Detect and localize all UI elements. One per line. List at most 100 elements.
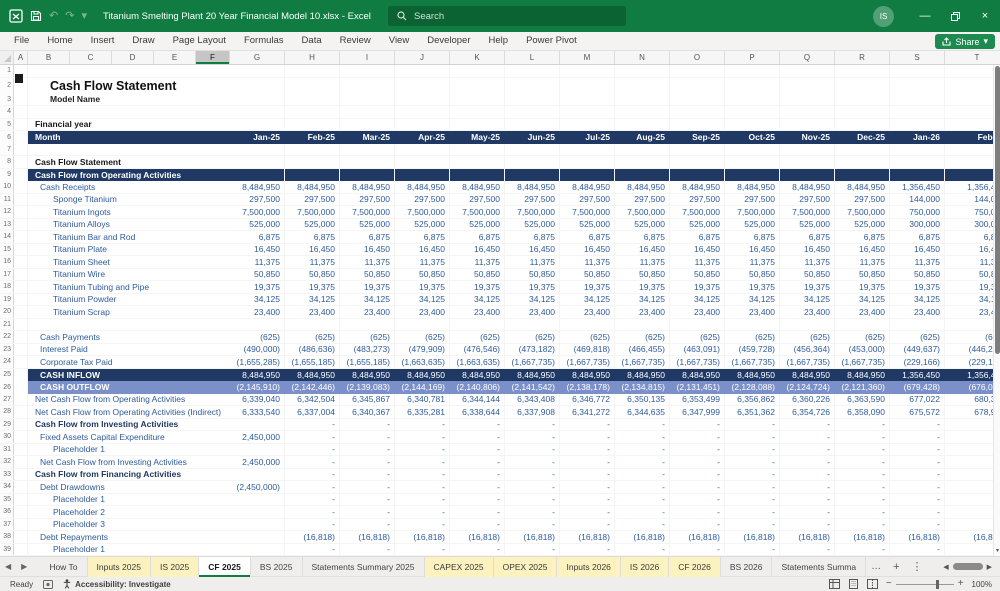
cell[interactable]: (625)	[615, 331, 670, 343]
menu-tab-insert[interactable]: Insert	[82, 32, 124, 50]
new-sheet-button[interactable]: +	[887, 561, 905, 573]
cell[interactable]: 6,354,726	[780, 406, 835, 418]
row-label[interactable]: Cash Flow from Operating Activities	[28, 169, 230, 182]
cell[interactable]: (625)	[340, 331, 395, 343]
cell[interactable]: 525,000	[505, 219, 560, 231]
cell[interactable]	[230, 544, 285, 556]
cell[interactable]: 2,450,000	[230, 456, 285, 468]
cell[interactable]: 297,500	[615, 194, 670, 206]
cell[interactable]	[230, 94, 285, 106]
row-label[interactable]: Placeholder 2	[28, 506, 230, 518]
menu-tab-draw[interactable]: Draw	[123, 32, 163, 50]
cell[interactable]: (483,273)	[340, 344, 395, 356]
cell[interactable]: (16,818)	[945, 531, 1000, 543]
accessibility-status[interactable]: Accessibility: Investigate	[63, 579, 171, 589]
row-number[interactable]: 4	[0, 106, 14, 118]
cell[interactable]: 50,850	[285, 269, 340, 281]
cell[interactable]: -	[780, 494, 835, 506]
cell[interactable]: (16,818)	[670, 531, 725, 543]
cell[interactable]: 300,000	[890, 219, 945, 231]
cell[interactable]: 16,450	[450, 244, 505, 256]
cell[interactable]: (476,546)	[450, 344, 505, 356]
cell-a4[interactable]	[14, 106, 28, 118]
cell[interactable]: 19,375	[505, 281, 560, 293]
cell[interactable]	[340, 319, 395, 331]
cell-a38[interactable]	[14, 531, 28, 543]
cell[interactable]	[230, 78, 285, 94]
cell[interactable]: 8,484,950	[725, 181, 780, 193]
cell[interactable]: 23,400	[395, 306, 450, 318]
scroll-right-arrow[interactable]: ▶	[987, 563, 992, 571]
cell[interactable]: 8,484,950	[615, 181, 670, 193]
row-label[interactable]: Net Cash Flow from Operating Activities …	[28, 406, 230, 418]
cell[interactable]: -	[945, 544, 1000, 556]
row-number[interactable]: 5	[0, 118, 14, 130]
cell[interactable]: (2,144,169)	[395, 381, 450, 394]
cell[interactable]: -	[945, 469, 1000, 481]
cell[interactable]: -	[835, 481, 890, 493]
cell[interactable]: -	[340, 519, 395, 531]
cell[interactable]	[285, 106, 340, 118]
cell[interactable]: -	[615, 419, 670, 431]
cell[interactable]: -	[560, 444, 615, 456]
cell[interactable]: 34,125	[835, 294, 890, 306]
cell[interactable]: -	[615, 519, 670, 531]
cell[interactable]: 19,375	[615, 281, 670, 293]
cell-a24[interactable]	[14, 356, 28, 368]
cell[interactable]	[505, 94, 560, 106]
cell[interactable]	[395, 119, 450, 131]
cell[interactable]: (625)	[285, 331, 340, 343]
cell[interactable]: 11,375	[560, 256, 615, 268]
cell[interactable]: 8,484,950	[670, 181, 725, 193]
cell[interactable]	[395, 78, 450, 94]
cell[interactable]: -	[945, 419, 1000, 431]
cell[interactable]: 8,484,950	[505, 369, 560, 382]
row-label[interactable]: Cash Flow Statement	[28, 156, 230, 168]
sheet-tab-is-2026[interactable]: IS 2026	[620, 556, 670, 577]
cell[interactable]: (1,667,735)	[670, 356, 725, 368]
row-number[interactable]: 39	[0, 543, 14, 555]
cell[interactable]: -	[395, 444, 450, 456]
cell[interactable]: -	[670, 519, 725, 531]
cell[interactable]: 50,850	[615, 269, 670, 281]
cell[interactable]: 6,340,367	[340, 406, 395, 418]
cell[interactable]: 675,572	[890, 406, 945, 418]
cell[interactable]: (16,818)	[890, 531, 945, 543]
cell[interactable]: 11,375	[615, 256, 670, 268]
cell[interactable]: 8,484,950	[670, 369, 725, 382]
cell[interactable]: 8,484,950	[450, 369, 505, 382]
cell[interactable]	[835, 119, 890, 131]
cell[interactable]: 6,358,090	[835, 406, 890, 418]
cell[interactable]: 297,500	[780, 194, 835, 206]
row-number[interactable]: 15	[0, 243, 14, 255]
cell[interactable]: Jun-25	[505, 131, 560, 144]
cell[interactable]: (679,428)	[890, 381, 945, 394]
cell[interactable]: -	[285, 481, 340, 493]
cell[interactable]: 23,400	[670, 306, 725, 318]
qat-customize-arrow[interactable]: ▾	[81, 10, 87, 22]
cell[interactable]: -	[450, 506, 505, 518]
sheet-tab-cf-2026[interactable]: CF 2026	[669, 556, 721, 577]
cell-a11[interactable]	[14, 194, 28, 206]
cell[interactable]: 7,500,000	[285, 206, 340, 218]
cell[interactable]: 34,125	[395, 294, 450, 306]
cell[interactable]: 6,341,272	[560, 406, 615, 418]
cell[interactable]: 1,356,450	[890, 369, 945, 382]
column-header-n[interactable]: N	[615, 51, 670, 64]
cell[interactable]: -	[450, 431, 505, 443]
cell[interactable]: -	[945, 506, 1000, 518]
cell[interactable]: 16,450	[395, 244, 450, 256]
cell[interactable]: (2,142,446)	[285, 381, 340, 394]
cell[interactable]: 11,375	[450, 256, 505, 268]
cell[interactable]: (16,818)	[615, 531, 670, 543]
cell[interactable]: (625)	[780, 331, 835, 343]
cell[interactable]: (459,728)	[725, 344, 780, 356]
cell[interactable]: -	[285, 419, 340, 431]
cell[interactable]	[725, 319, 780, 331]
cell[interactable]: Dec-25	[835, 131, 890, 144]
row-number[interactable]: 17	[0, 268, 14, 280]
cell[interactable]: Nov-25	[780, 131, 835, 144]
cell[interactable]: -	[890, 481, 945, 493]
tab-overflow-ellipsis[interactable]: …	[866, 561, 887, 572]
cell[interactable]: 34,125	[615, 294, 670, 306]
